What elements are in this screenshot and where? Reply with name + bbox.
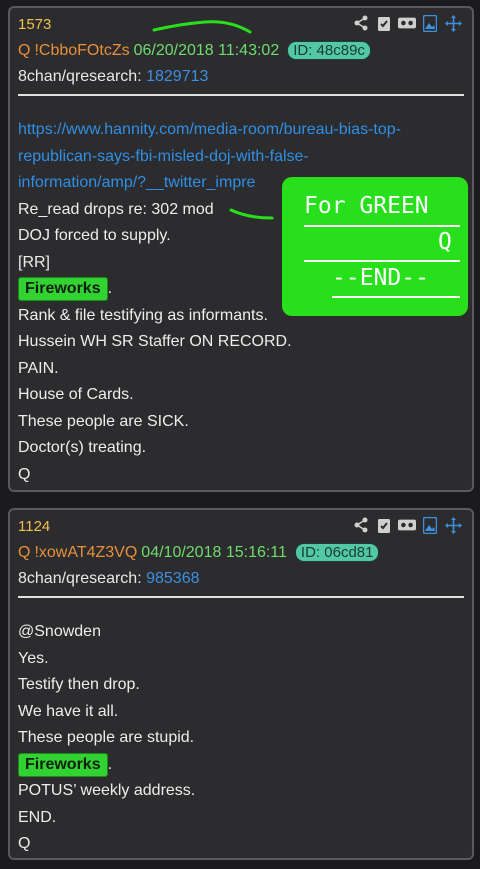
annotation-rule — [304, 260, 460, 262]
tripcode: !xowAT4Z3VQ — [34, 544, 138, 561]
post-line: Hussein WH SR Staffer ON RECORD. — [18, 333, 292, 350]
post-line: POTUS’ weekly address. — [18, 782, 196, 799]
post-toolbar — [352, 14, 462, 32]
post-toolbar — [352, 516, 462, 534]
post-line: PAIN. — [18, 359, 59, 377]
post-line: Testify then drop. — [18, 676, 140, 693]
annotation-line-end: --END-- — [332, 265, 429, 291]
post-body: @Snowden Yes. Testify then drop. We have… — [18, 619, 464, 858]
poster-id-badge[interactable]: ID: 48c89c — [287, 41, 371, 60]
drawn-squiggle — [152, 20, 252, 34]
post-number[interactable]: 1573 — [18, 16, 51, 33]
board-name: 8chan/qresearch: — [18, 570, 142, 587]
post-card-1124: 1124 Q !xowAT4Z3VQ 04/10/2018 15:16:11 ID: … — [8, 508, 474, 860]
article-link-line[interactable]: https://www.hannity.com/media-room/burea… — [18, 117, 464, 144]
annotation-rule — [304, 225, 460, 227]
green-annotation-box: For GREEN Q --END-- — [282, 177, 468, 316]
clipboard-check-icon[interactable] — [375, 14, 393, 32]
post-date: 06/20/2018 11:43:02 — [133, 42, 280, 59]
tripcode: !CbboFOtcZs — [34, 42, 130, 59]
q-label: Q — [18, 42, 31, 59]
board-line: 8chan/qresearch: 1829713 — [18, 68, 208, 86]
share-icon[interactable] — [352, 14, 370, 32]
post-signature: Q — [18, 465, 31, 483]
post-header: Q !xowAT4Z3VQ 04/10/2018 15:16:11 ID: 06cd8… — [18, 543, 380, 562]
post-line: These people are stupid. — [18, 729, 195, 746]
post-line: Doctor(s) treating. — [18, 439, 147, 456]
q-label: Q — [18, 544, 31, 561]
annotation-rule — [332, 296, 460, 298]
move-icon[interactable] — [444, 516, 462, 534]
image-icon[interactable] — [421, 14, 439, 32]
board-line: 8chan/qresearch: 985368 — [18, 570, 199, 588]
fireworks-tag[interactable]: Fireworks — [18, 277, 108, 301]
clipboard-check-icon[interactable] — [375, 516, 393, 534]
tag-period: . — [107, 755, 113, 773]
drawn-check-mark — [229, 208, 274, 220]
post-line: END. — [18, 808, 57, 826]
annotation-line-q: Q — [438, 229, 452, 255]
board-post-link[interactable]: 985368 — [146, 570, 199, 587]
vr-icon[interactable] — [398, 516, 416, 534]
post-line-tag: Fireworks. — [18, 752, 464, 779]
vr-icon[interactable] — [398, 14, 416, 32]
post-signature: Q — [18, 835, 31, 852]
post-date: 04/10/2018 15:16:11 — [141, 544, 287, 561]
fireworks-tag[interactable]: Fireworks — [18, 752, 108, 777]
header-divider — [18, 94, 464, 96]
post-line: These people are SICK. — [18, 412, 189, 430]
poster-id-badge[interactable]: ID: 06cd81 — [294, 543, 380, 562]
board-post-link[interactable]: 1829713 — [146, 68, 208, 85]
tag-period: . — [107, 280, 113, 297]
board-name: 8chan/qresearch: — [18, 68, 142, 85]
annotation-line-for-green: For GREEN — [304, 193, 429, 219]
post-header: Q !CbboFOtcZs 06/20/2018 11:43:02 ID: 48c89… — [18, 41, 371, 60]
post-line: Yes. — [18, 649, 49, 667]
post-line: We have it all. — [18, 702, 119, 720]
post-number[interactable]: 1124 — [18, 518, 50, 535]
post-line: House of Cards. — [18, 386, 134, 403]
article-link-line[interactable]: republican-says-fbi-misled-doj-with-fals… — [18, 144, 464, 171]
post-line: @Snowden — [18, 623, 101, 640]
header-divider — [18, 596, 464, 598]
share-icon[interactable] — [352, 516, 370, 534]
image-icon[interactable] — [421, 516, 439, 534]
move-icon[interactable] — [444, 14, 462, 32]
